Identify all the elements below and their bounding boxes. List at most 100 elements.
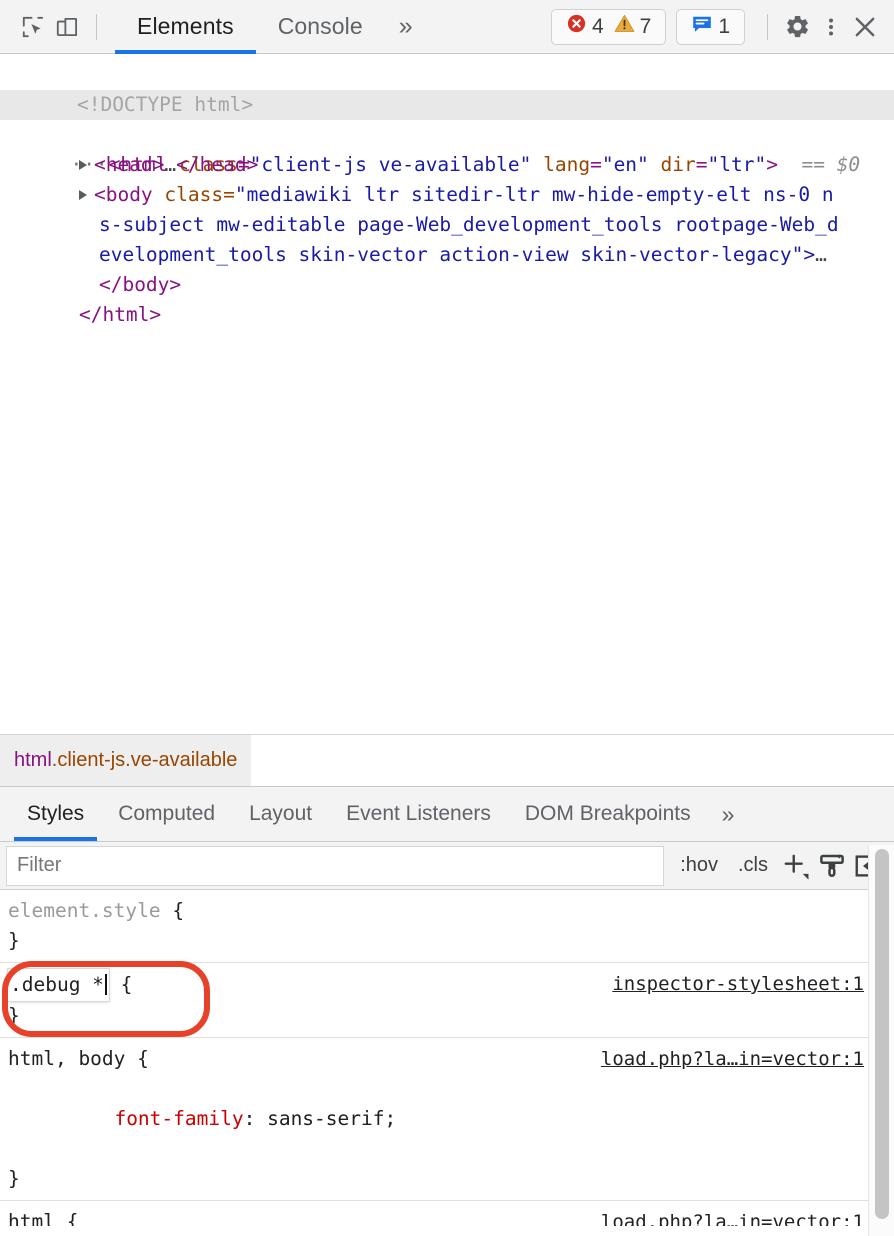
doctype-text: <!DOCTYPE html> [77, 93, 253, 116]
error-count[interactable]: 4 [561, 13, 609, 40]
tab-console[interactable]: Console [256, 0, 385, 54]
tab-dom-breakpoints-label: DOM Breakpoints [525, 802, 691, 826]
css-declaration[interactable]: font-family: sans-serif; [8, 1074, 894, 1164]
rule-brace-close: } [8, 1164, 894, 1194]
tab-elements-label: Elements [137, 13, 234, 40]
attr-lang-name: lang [543, 153, 590, 176]
html-tag-close: </html> [79, 303, 161, 326]
css-rule-debug[interactable]: .debug * { inspector-stylesheet:1 } [0, 963, 894, 1038]
scrollbar-thumb[interactable] [875, 849, 889, 1219]
toolbar-divider-2 [767, 14, 768, 40]
error-count-label: 4 [592, 15, 604, 39]
panel-tabs: Elements Console » [115, 0, 427, 54]
close-icon[interactable] [848, 10, 882, 44]
rule-selector: .debug * [10, 973, 104, 996]
html-tag-close-bracket: > [766, 153, 778, 176]
rule-brace-open: { [55, 1210, 78, 1226]
css-rule-html[interactable]: html { load.php?la…in=vector:1 font-size… [0, 1201, 894, 1226]
rule-source-link[interactable]: load.php?la…in=vector:1 [601, 1207, 894, 1226]
rule-brace-open: { [161, 899, 184, 922]
expand-triangle-icon[interactable] [79, 190, 87, 200]
body-tag-close: </body> [99, 273, 181, 296]
tab-event-listeners-label: Event Listeners [346, 802, 491, 826]
tab-styles[interactable]: Styles [10, 787, 101, 841]
styles-filter-bar: :hov .cls [0, 842, 894, 890]
message-icon [691, 13, 713, 41]
head-content-ellipsis: … [164, 153, 176, 176]
devtools-toolbar: Elements Console » 4 [0, 0, 894, 54]
inspect-element-icon[interactable] [16, 10, 50, 44]
filter-input[interactable] [6, 846, 664, 886]
message-count[interactable]: 1 [686, 13, 735, 41]
expand-triangle-icon[interactable] [79, 160, 87, 170]
more-tabs-icon[interactable]: » [385, 0, 427, 54]
warning-count-label: 7 [640, 15, 652, 39]
warning-icon [614, 13, 635, 40]
body-content-ellipsis: … [815, 243, 827, 266]
rule-selector[interactable]: element.style [8, 899, 161, 922]
tab-dom-breakpoints[interactable]: DOM Breakpoints [508, 787, 708, 841]
cls-toggle-button[interactable]: .cls [728, 854, 778, 877]
css-rule-html-body[interactable]: html, body { load.php?la…in=vector:1 fon… [0, 1038, 894, 1201]
breadcrumb-classes: .client-js.ve-available [52, 749, 238, 772]
message-count-label: 1 [718, 15, 730, 39]
tab-computed[interactable]: Computed [101, 787, 232, 841]
rule-brace-open: { [109, 973, 132, 996]
selected-node-marker: == $0 [801, 153, 860, 176]
paintbrush-icon[interactable] [814, 848, 850, 884]
body-class-value-part2: s-subject mw-editable page-Web_developme… [99, 213, 839, 236]
plus-icon[interactable] [778, 848, 814, 884]
styles-pane-tabs: Styles Computed Layout Event Listeners D… [0, 786, 894, 842]
css-rule-element-style[interactable]: element.style { } [0, 890, 894, 963]
body-attr-class-name: class= [164, 183, 234, 206]
hov-label: :hov [680, 854, 718, 877]
rule-source-link[interactable]: load.php?la…in=vector:1 [601, 1044, 894, 1074]
more-tabs-label: » [399, 12, 413, 41]
rule-selector[interactable]: html, body [8, 1047, 125, 1070]
dom-line-doctype[interactable]: <!DOCTYPE html> [0, 60, 894, 90]
error-icon [566, 13, 587, 40]
head-tag-close: </head> [176, 153, 258, 176]
warning-count[interactable]: 7 [609, 13, 657, 40]
styles-scrollbar[interactable] [868, 845, 894, 1236]
tab-console-label: Console [278, 13, 363, 40]
hov-toggle-button[interactable]: :hov [670, 854, 728, 877]
dom-line-head[interactable]: <head>…</head> [0, 120, 894, 150]
body-class-value-part3: evelopment_tools skin-vector action-view… [99, 243, 815, 266]
rule-brace-open: { [125, 1047, 148, 1070]
body-class-value-part1: "mediawiki ltr sitedir-ltr mw-hide-empty… [235, 183, 834, 206]
tab-computed-label: Computed [118, 802, 215, 826]
tab-layout[interactable]: Layout [232, 787, 329, 841]
tab-event-listeners[interactable]: Event Listeners [329, 787, 508, 841]
declaration-property[interactable]: font-family [114, 1107, 243, 1130]
rule-brace-close: } [8, 1001, 894, 1031]
rule-source-link[interactable]: inspector-stylesheet:1 [612, 969, 894, 999]
tab-layout-label: Layout [249, 802, 312, 826]
rule-selector-editor[interactable]: .debug * [8, 969, 109, 1001]
gear-icon[interactable] [780, 10, 814, 44]
cls-label: .cls [738, 854, 768, 877]
head-tag-open: <head> [94, 153, 164, 176]
issue-counts-group[interactable]: 4 7 [551, 9, 666, 45]
rule-selector[interactable]: html [8, 1210, 55, 1226]
rule-brace-close: } [8, 926, 894, 956]
more-styles-tabs-label: » [722, 801, 735, 828]
device-toolbar-icon[interactable] [50, 10, 84, 44]
text-caret [105, 974, 107, 995]
breadcrumb-tag: html [14, 749, 52, 772]
tab-elements[interactable]: Elements [115, 0, 256, 54]
breadcrumb: html.client-js.ve-available [0, 734, 894, 786]
attr-dir-value: "ltr" [708, 153, 767, 176]
attr-class-value: "client-js ve-available" [250, 153, 532, 176]
toolbar-divider [96, 14, 97, 40]
tab-styles-label: Styles [27, 802, 84, 826]
kebab-menu-icon[interactable] [814, 10, 848, 44]
body-tag-open: <body [94, 183, 164, 206]
breadcrumb-item-html[interactable]: html.client-js.ve-available [0, 735, 251, 786]
message-counts-group[interactable]: 1 [676, 9, 745, 45]
dom-tree-panel[interactable]: <!DOCTYPE html> ···<html class="client-j… [0, 54, 894, 734]
more-styles-tabs-icon[interactable]: » [708, 787, 749, 841]
declaration-value[interactable]: sans-serif; [255, 1107, 396, 1130]
attr-lang-value: "en" [602, 153, 649, 176]
css-rules-list[interactable]: element.style { } .debug * { inspector-s… [0, 890, 894, 1226]
